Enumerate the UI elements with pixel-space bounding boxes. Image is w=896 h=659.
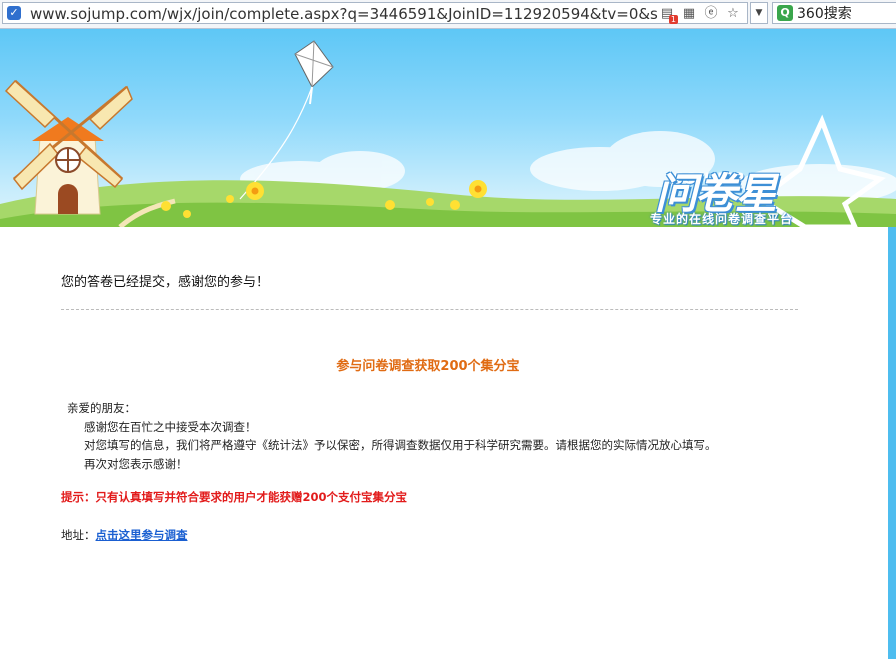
search-engine-label: 360搜索 (797, 6, 852, 22)
promo-title: 参与问卷调查获取200个集分宝 (336, 359, 520, 374)
letter-line: 感谢您在百忙之中接受本次调查！ (84, 419, 257, 434)
shield-icon: ✓ (7, 6, 21, 20)
divider (61, 309, 798, 310)
url-toolbar-icons: ▤ 1 ▦ ⓔ ☆ (659, 5, 741, 24)
url-dropdown-button[interactable]: ▼ (750, 2, 768, 24)
notification-badge: 1 (668, 15, 678, 24)
letter: 亲爱的朋友： 感谢您在百忙之中接受本次调查！ 对您填写的信息，我们将严格遵守《统… (67, 399, 717, 473)
chevron-down-icon: ▼ (755, 8, 763, 18)
address-row: 地址：点击这里参与调查 (61, 527, 188, 543)
reader-icon[interactable]: ▤ 1 (659, 6, 678, 24)
survey-link[interactable]: 点击这里参与调查 (96, 528, 188, 542)
letter-line: 对您填写的信息，我们将严格遵守《统计法》予以保密，所得调查数据仅用于科学研究需要… (84, 438, 717, 452)
ie-mode-icon[interactable]: ⓔ (703, 6, 719, 22)
logo-tagline: 专业的在线问卷调查平台 (650, 212, 794, 226)
browser-address-bar: ✓ www.sojump.com/wjx/join/complete.aspx?… (0, 0, 896, 29)
url-text: www.sojump.com/wjx/join/complete.aspx?q=… (30, 5, 658, 23)
url-input[interactable]: ✓ www.sojump.com/wjx/join/complete.aspx?… (2, 2, 748, 24)
header-banner: SOJUMP 问卷星 专业的在线问卷调查平台 (0, 29, 896, 227)
search-engine-icon: Q (777, 5, 793, 21)
letter-line: 再次对您表示感谢！ (84, 456, 188, 471)
address-label: 地址： (61, 528, 96, 542)
page-edge-stripe (888, 227, 896, 659)
letter-greeting: 亲爱的朋友： (67, 401, 136, 415)
qr-code-icon[interactable]: ▦ (681, 6, 697, 22)
tip-message: 提示：只有认真填写并符合要求的用户才能获赠200个支付宝集分宝 (61, 490, 408, 504)
submission-thanks-message: 您的答卷已经提交，感谢您的参与！ (61, 275, 270, 290)
search-input[interactable]: Q 360搜索 (772, 2, 896, 24)
star-icon[interactable]: ☆ (725, 6, 741, 22)
main-content: 您的答卷已经提交，感谢您的参与！ 参与问卷调查获取200个集分宝 亲爱的朋友： … (0, 227, 888, 659)
